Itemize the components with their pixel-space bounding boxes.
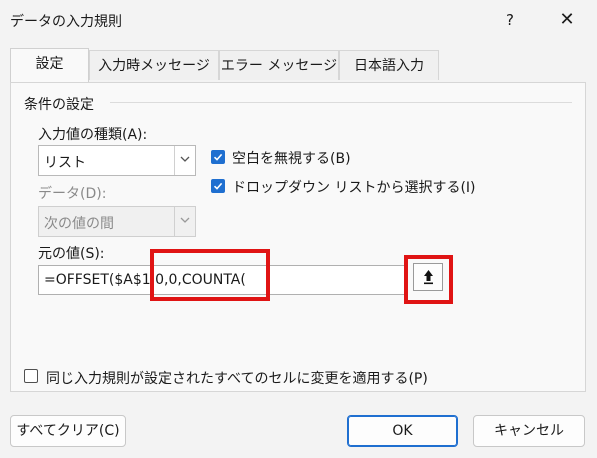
title-bar: データの入力規則 ? ✕ xyxy=(0,0,597,40)
allow-label: 入力値の種類(A): xyxy=(38,127,148,143)
close-button[interactable]: ✕ xyxy=(552,6,582,34)
ignore-blank-checkbox[interactable] xyxy=(211,150,225,164)
tab-settings[interactable]: 設定 xyxy=(10,48,89,82)
in-cell-dropdown-checkbox[interactable] xyxy=(211,179,225,193)
criteria-group-label: 条件の設定 xyxy=(24,97,94,113)
checkmark-icon xyxy=(213,153,223,161)
ignore-blank-label[interactable]: 空白を無視する(B) xyxy=(232,148,351,168)
apply-to-all-label[interactable]: 同じ入力規則が設定されたすべてのセルに変更を適用する(P) xyxy=(46,368,428,388)
data-select[interactable]: 次の値の間 xyxy=(38,206,196,237)
group-divider xyxy=(110,102,572,103)
chevron-down-icon xyxy=(174,207,195,236)
in-cell-dropdown-label[interactable]: ドロップダウン リストから選択する(I) xyxy=(232,177,476,197)
clear-all-button[interactable]: すべてクリア(C) xyxy=(10,415,126,447)
data-label: データ(D): xyxy=(38,186,107,202)
dialog-title: データの入力規則 xyxy=(10,14,122,30)
apply-to-all-checkbox[interactable] xyxy=(24,369,38,383)
chevron-down-icon xyxy=(174,146,195,175)
tab-strip: 設定 入力時メッセージ エラー メッセージ 日本語入力 xyxy=(10,48,590,82)
ok-button[interactable]: OK xyxy=(347,415,458,447)
tab-error-message[interactable]: エラー メッセージ xyxy=(219,50,339,80)
tab-ime-mode[interactable]: 日本語入力 xyxy=(339,50,439,80)
highlight-box-collapse-button xyxy=(404,255,453,304)
highlight-box-source xyxy=(150,249,270,301)
allow-select-value: リスト xyxy=(44,155,86,171)
help-button[interactable]: ? xyxy=(495,6,525,34)
checkmark-icon xyxy=(213,182,223,190)
allow-select[interactable]: リスト xyxy=(38,145,196,176)
data-select-value: 次の値の間 xyxy=(44,216,114,232)
source-label: 元の値(S): xyxy=(38,246,105,262)
tab-input-message[interactable]: 入力時メッセージ xyxy=(89,50,219,80)
cancel-button[interactable]: キャンセル xyxy=(473,415,585,447)
